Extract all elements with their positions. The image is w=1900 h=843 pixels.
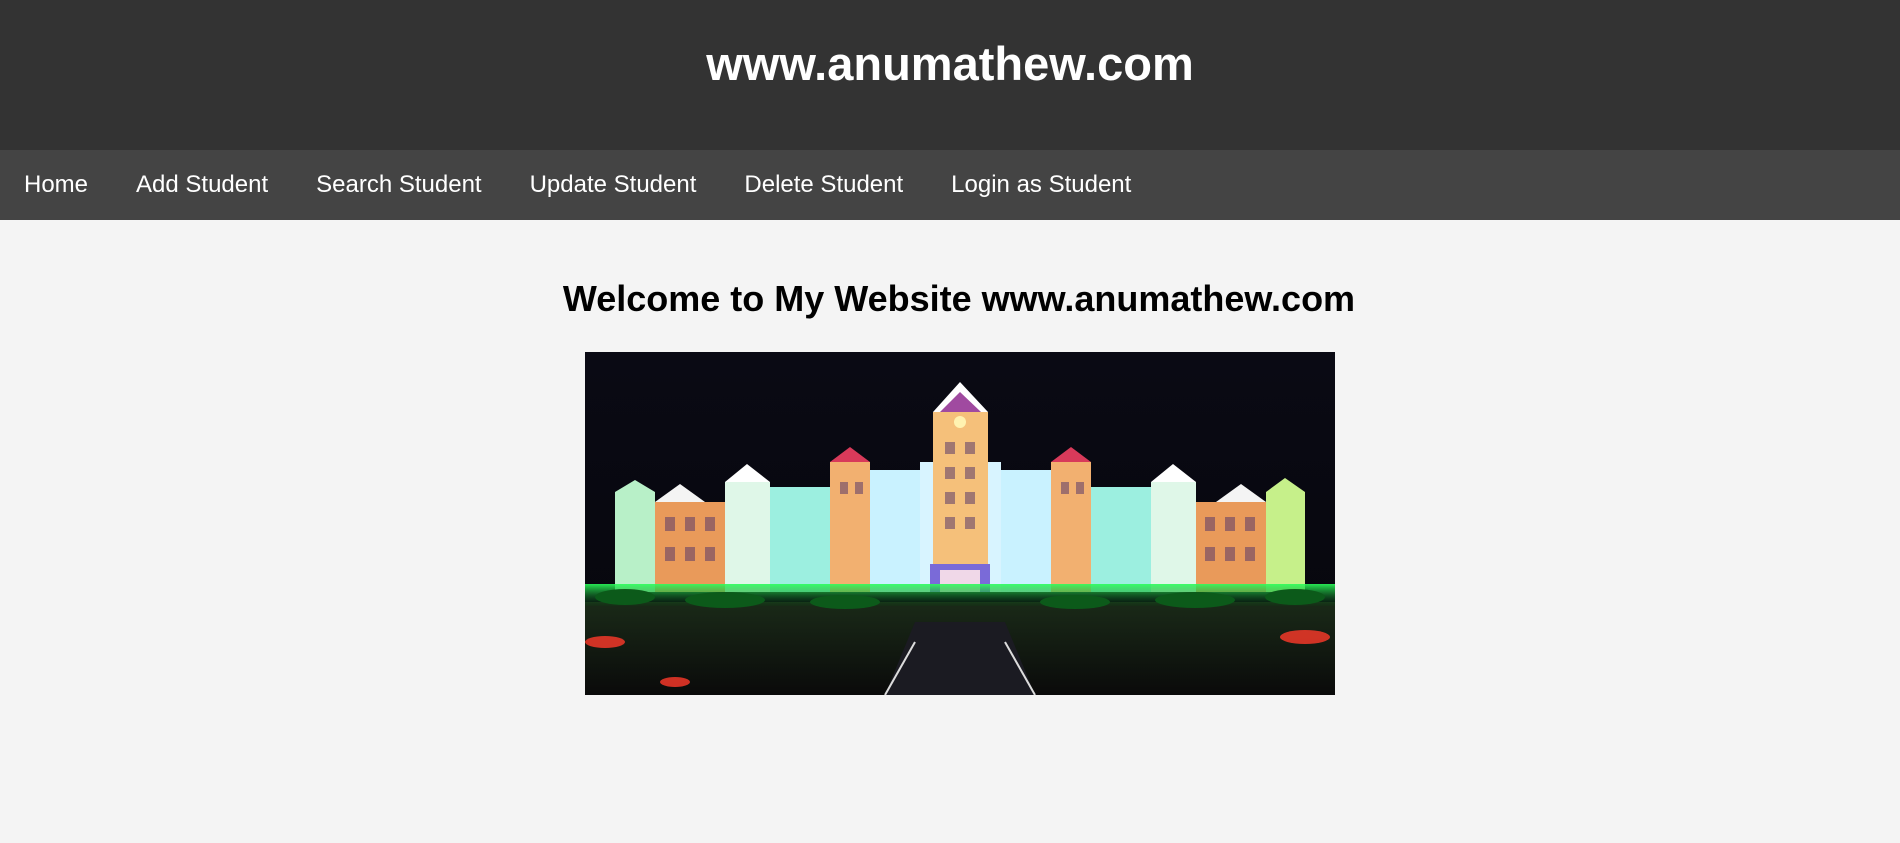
nav-item-add-student[interactable]: Add Student xyxy=(136,171,268,199)
campus-building-image xyxy=(585,352,1335,695)
nav-item-update-student[interactable]: Update Student xyxy=(530,171,697,199)
nav-bar: Home Add Student Search Student Update S… xyxy=(0,150,1900,220)
nav-item-login-as-student[interactable]: Login as Student xyxy=(951,171,1131,199)
nav-item-search-student[interactable]: Search Student xyxy=(316,171,481,199)
nav-item-home[interactable]: Home xyxy=(24,171,88,199)
main-content: Welcome to My Website www.anumathew.com xyxy=(0,220,1900,843)
welcome-heading: Welcome to My Website www.anumathew.com xyxy=(562,278,1356,319)
site-header: www.anumathew.com xyxy=(0,0,1900,150)
site-title: www.anumathew.com xyxy=(706,36,1194,90)
nav-item-delete-student[interactable]: Delete Student xyxy=(744,171,903,199)
